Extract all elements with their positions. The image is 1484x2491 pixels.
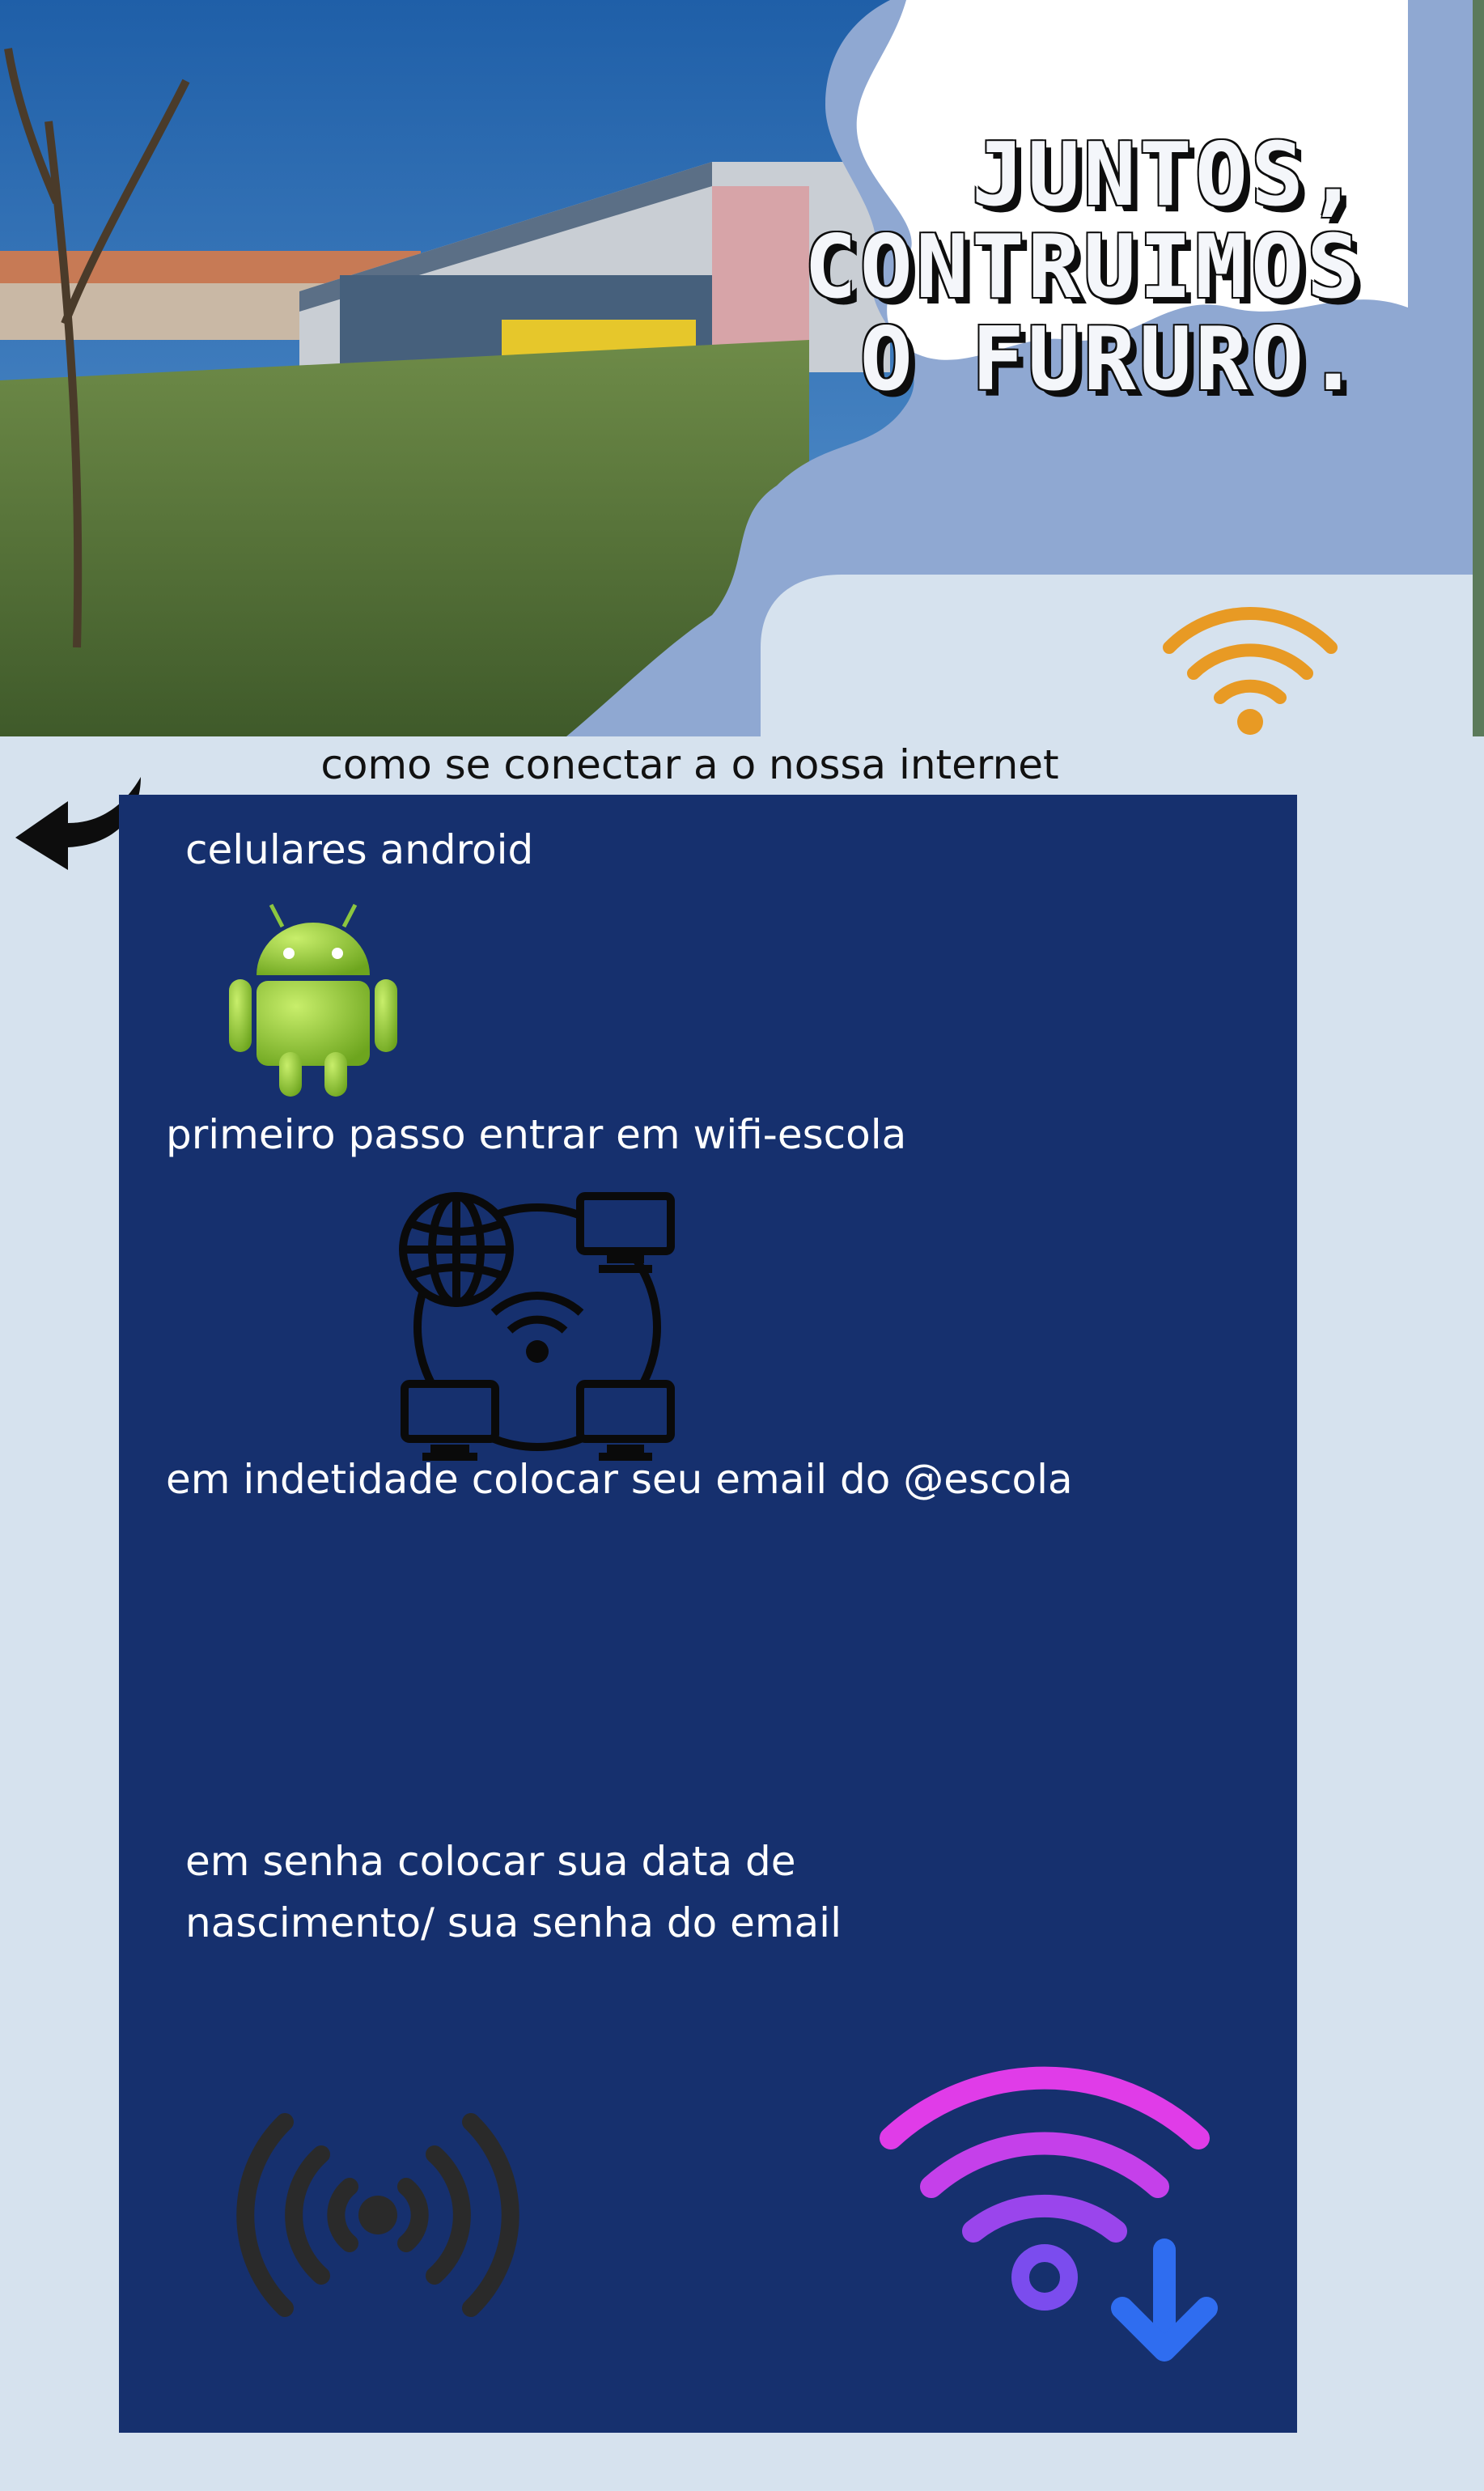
step-3-line-1: em senha colocar sua data de bbox=[185, 1838, 796, 1885]
hero-banner: JUNTOS, CONTRUIMOS O FURURO. bbox=[0, 0, 1484, 736]
page-subtitle: como se conectar a o nossa internet bbox=[320, 741, 1059, 788]
step-1-text: primeiro passo entrar em wifi-escola bbox=[166, 1111, 907, 1158]
network-globe-icon bbox=[399, 1192, 675, 1461]
step-2-text: em indetidade colocar seu email do @esco… bbox=[166, 1456, 1073, 1503]
headline: JUNTOS, CONTRUIMOS O FURURO. bbox=[804, 129, 1363, 406]
device-heading: celulares android bbox=[185, 826, 534, 873]
step-3-line-2: nascimento/ sua senha do email bbox=[185, 1899, 842, 1946]
android-robot-icon bbox=[229, 903, 397, 1097]
headline-line-3: O FURURO. bbox=[859, 309, 1363, 410]
instructions-panel: celulares android primeiro passo entrar … bbox=[119, 795, 1297, 2433]
wifi-download-icon bbox=[880, 2066, 1218, 2362]
headline-line-2: CONTRUIMOS bbox=[803, 217, 1363, 318]
wifi-icon bbox=[1163, 607, 1338, 735]
headline-line-1: JUNTOS, bbox=[971, 125, 1363, 226]
broadcast-signal-icon bbox=[236, 2113, 519, 2317]
